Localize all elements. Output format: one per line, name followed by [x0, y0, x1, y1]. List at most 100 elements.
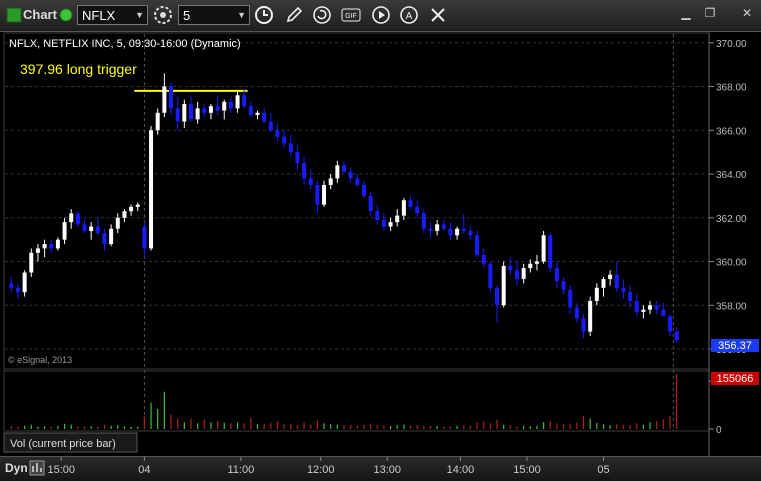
interval-value: 5 [183, 8, 191, 23]
candle-body [654, 305, 659, 310]
candle-body [275, 130, 280, 137]
candle-body [361, 184, 366, 196]
candle-body [508, 265, 513, 271]
candle-body [495, 287, 500, 306]
candle-body [22, 272, 27, 293]
grid-lines [5, 42, 708, 350]
time-tick-label: 05 [597, 464, 609, 476]
chart-status-icon[interactable] [3, 4, 25, 26]
candle-body [461, 228, 466, 231]
chart-area[interactable]: NFLX, NETFLIX INC, 5, 09:30-16:00 (Dynam… [0, 31, 761, 456]
candle-body [415, 206, 420, 214]
interval-input[interactable]: 5 ▼ [178, 5, 250, 25]
candle-body [102, 233, 107, 245]
time-tick-label: 13:00 [373, 464, 401, 476]
candle-body [501, 265, 506, 306]
candle-body [428, 228, 433, 231]
clock-icon[interactable] [253, 4, 275, 26]
chevron-down-icon[interactable]: ▼ [135, 8, 144, 23]
chart-title-label: Chart [23, 7, 57, 22]
candle-body [421, 213, 426, 229]
price-tick-label: 358.00 [716, 301, 747, 312]
candle-body [528, 263, 533, 269]
time-tick-label: 15:00 [513, 464, 541, 476]
chart-toolbar: Chart NFLX ▼ 5 ▼ GIF A ▁ ❐ ✕ [0, 0, 761, 32]
candle-body [142, 226, 147, 249]
candle-body [548, 235, 553, 269]
candle-body [381, 219, 386, 227]
candle-body [109, 228, 114, 245]
candle-body [448, 228, 453, 236]
time-tick-label: 11:00 [228, 464, 255, 476]
candle-body [481, 254, 486, 264]
candle-body [308, 178, 313, 185]
candle-body [135, 204, 140, 207]
candle-body [554, 268, 559, 282]
candle-body [228, 101, 233, 109]
candle-body [288, 143, 293, 153]
candle-body [588, 300, 593, 332]
candle-body [162, 86, 167, 113]
minimize-icon[interactable]: ▁ [677, 4, 695, 22]
candle-body [89, 226, 94, 231]
candle-body [368, 195, 373, 212]
chevron-down-icon[interactable]: ▼ [237, 8, 246, 23]
tools-icon[interactable] [427, 4, 449, 26]
candle-body [488, 263, 493, 288]
candle-body [182, 104, 187, 122]
candles [9, 73, 679, 343]
time-tick-label: 14:00 [447, 464, 475, 476]
candle-body [268, 121, 273, 131]
current-price-text: 356.37 [718, 340, 752, 352]
time-axis-bar: Dyn 15:00 04 11:00 12:00 13:00 14:00 15:00 05 [0, 456, 761, 481]
candle-body [315, 184, 320, 205]
candle-body [15, 287, 20, 293]
candle-body [122, 211, 127, 218]
settings-gear-icon[interactable] [152, 4, 174, 26]
candle-body [322, 184, 327, 205]
candle-body [235, 95, 240, 109]
symbol-input[interactable]: NFLX ▼ [77, 5, 148, 25]
candle-body [648, 305, 653, 310]
volume-axis: 1000000 [709, 377, 750, 436]
time-tick-label: 04 [138, 464, 150, 476]
play-icon[interactable] [370, 4, 392, 26]
candle-body [62, 222, 67, 240]
candle-body [242, 95, 247, 107]
close-icon[interactable]: ✕ [738, 4, 756, 22]
time-tick-label: 12:00 [307, 464, 335, 476]
pencil-icon[interactable] [283, 4, 305, 26]
link-status-icon[interactable] [55, 4, 77, 26]
candle-body [262, 112, 267, 122]
candle-body [9, 283, 14, 288]
candle-body [342, 165, 346, 172]
candle-body [475, 235, 480, 255]
candle-body [534, 261, 539, 264]
volume-study-label: Vol (current price bar) [10, 438, 116, 450]
candle-body [514, 270, 519, 280]
chart-title: NFLX, NETFLIX INC, 5, 09:30-16:00 (Dynam… [9, 38, 241, 50]
candle-body [75, 213, 80, 225]
candle-body [581, 318, 586, 332]
candle-body [115, 217, 120, 229]
candle-body [302, 163, 307, 179]
gif-text: GIF [345, 13, 357, 20]
candle-body [574, 307, 579, 319]
refresh-icon[interactable] [311, 4, 333, 26]
candle-body [255, 112, 260, 115]
candle-body [375, 211, 380, 220]
candle-body [614, 274, 619, 288]
candle-body [222, 101, 227, 111]
gif-icon[interactable]: GIF [340, 4, 362, 26]
candle-body [668, 316, 673, 332]
candle-body [29, 252, 34, 273]
candle-body [149, 130, 154, 249]
candle-body [169, 86, 174, 109]
candle-body [401, 200, 406, 216]
letter-a-icon[interactable]: A [398, 4, 420, 26]
candle-body [661, 309, 666, 317]
candle-body [468, 230, 473, 236]
restore-icon[interactable]: ❐ [701, 4, 719, 22]
candle-body [49, 244, 54, 249]
candle-body [175, 108, 180, 122]
